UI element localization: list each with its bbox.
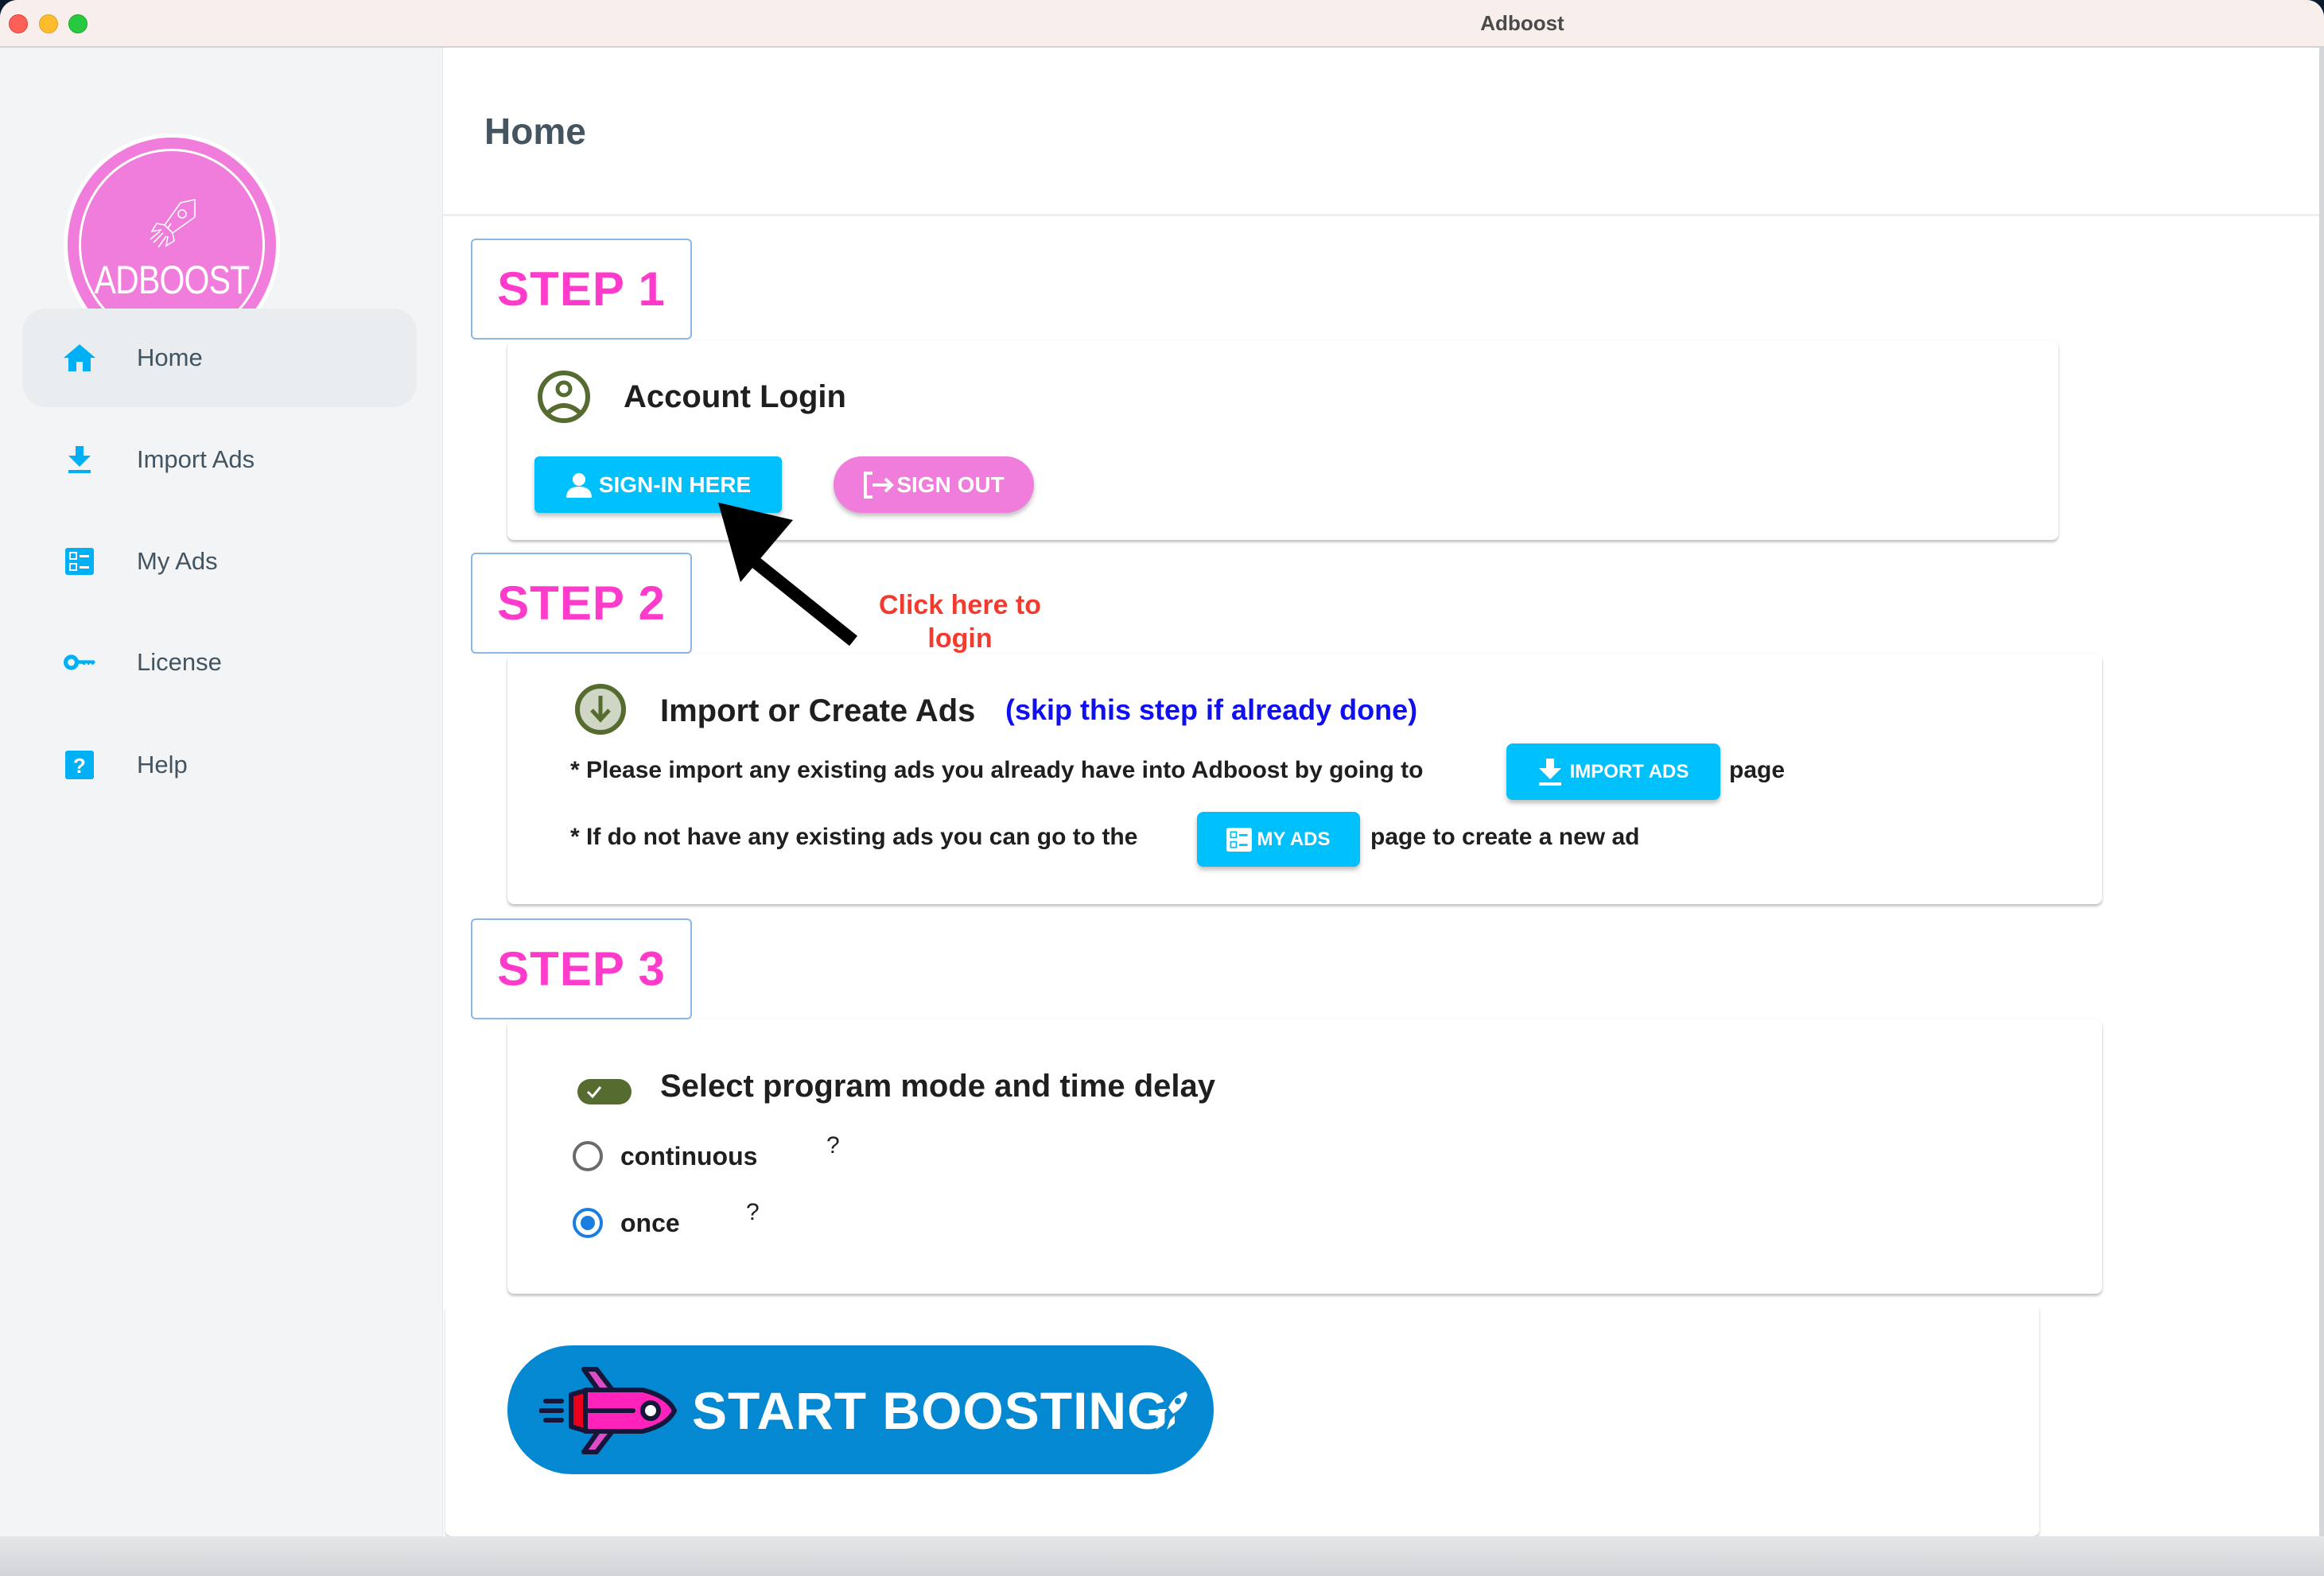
continuous-help-icon[interactable]: ? xyxy=(826,1132,840,1159)
import-ads-card: Import or Create Ads (skip this step if … xyxy=(507,654,2102,904)
list-icon xyxy=(1226,827,1253,852)
skip-hint: (skip this step if already done) xyxy=(1005,693,1418,726)
create-instruction: * If do not have any existing ads you ca… xyxy=(570,824,1138,850)
help-icon: ? xyxy=(64,749,95,781)
continuous-radio[interactable] xyxy=(573,1141,603,1171)
rocket-ship-icon xyxy=(539,1367,677,1454)
account-circle-icon xyxy=(538,371,590,423)
rocket-icon xyxy=(1156,1392,1187,1430)
sidebar-item-my-ads[interactable]: My Ads xyxy=(22,512,417,611)
sidebar-item-label: Help xyxy=(137,751,188,778)
import-ads-label: IMPORT ADS xyxy=(1569,760,1689,782)
bottom-strip xyxy=(0,1536,2324,1576)
sidebar-item-label: My Ads xyxy=(137,547,218,575)
login-annotation: Click here to login xyxy=(878,590,1042,654)
sidebar-item-label: License xyxy=(137,648,222,676)
logo-text: ADBOOST xyxy=(94,258,251,302)
continuous-label: continuous xyxy=(620,1142,758,1170)
my-ads-label: MY ADS xyxy=(1257,828,1331,850)
import-instruction-suffix: page xyxy=(1729,757,1786,783)
person-icon xyxy=(565,472,592,498)
start-boosting-label: START BOOSTING xyxy=(692,1381,1169,1440)
program-mode-title: Select program mode and time delay xyxy=(660,1069,1215,1104)
title-bar: Adboost xyxy=(0,0,2324,48)
svg-text:?: ? xyxy=(73,754,86,778)
header-divider xyxy=(443,214,2319,216)
step-1-badge: STEP 1 xyxy=(471,239,692,340)
step-3-label: STEP 3 xyxy=(497,942,666,996)
key-icon xyxy=(64,646,95,678)
step-1-label: STEP 1 xyxy=(497,262,666,316)
start-boosting-button[interactable]: START BOOSTING xyxy=(507,1345,1214,1474)
once-help-icon[interactable]: ? xyxy=(746,1199,760,1226)
import-ads-title: Import or Create Ads xyxy=(660,693,976,728)
sidebar-item-license[interactable]: License xyxy=(22,613,417,712)
once-label: once xyxy=(620,1209,680,1237)
list-icon xyxy=(64,545,95,577)
download-icon xyxy=(1538,758,1561,786)
sidebar-item-label: Import Ads xyxy=(137,445,255,473)
step-3-badge: STEP 3 xyxy=(471,918,692,1019)
import-ads-button[interactable]: IMPORT ADS xyxy=(1506,743,1720,800)
start-card: START BOOSTING xyxy=(445,1307,2039,1536)
mode-toggle[interactable] xyxy=(577,1079,632,1104)
sidebar-item-import-ads[interactable]: Import Ads xyxy=(22,410,417,509)
rocket-icon xyxy=(150,199,196,248)
create-instruction-suffix: page to create a new ad xyxy=(1370,824,1640,850)
pointer-arrow-icon xyxy=(718,503,858,646)
main-content: Home STEP 1 Account Login SIGN-IN HERE S… xyxy=(442,48,2319,1536)
sign-out-label: SIGN OUT xyxy=(896,472,1005,497)
sidebar-item-home[interactable]: Home xyxy=(22,309,417,407)
download-icon xyxy=(64,444,95,476)
app-window: Adboost ADBOOST Home Import Ads My Ads L… xyxy=(0,0,2324,1576)
step-2-label: STEP 2 xyxy=(497,576,666,630)
account-login-title: Account Login xyxy=(624,379,846,414)
import-instruction: * Please import any existing ads you alr… xyxy=(570,757,1424,783)
sidebar: ADBOOST Home Import Ads My Ads License ?… xyxy=(0,48,442,1576)
once-radio[interactable] xyxy=(573,1208,603,1238)
check-icon xyxy=(586,1086,602,1099)
sidebar-item-label: Home xyxy=(137,344,203,371)
window-title: Adboost xyxy=(1480,11,1564,35)
sidebar-item-help[interactable]: ? Help xyxy=(22,716,417,814)
window-edge xyxy=(2319,48,2324,1576)
download-circle-icon xyxy=(575,684,626,735)
page-title: Home xyxy=(484,111,586,152)
step-2-badge: STEP 2 xyxy=(471,553,692,654)
program-mode-card: Select program mode and time delay conti… xyxy=(507,1019,2102,1294)
my-ads-button[interactable]: MY ADS xyxy=(1197,812,1360,867)
home-icon xyxy=(64,342,95,374)
